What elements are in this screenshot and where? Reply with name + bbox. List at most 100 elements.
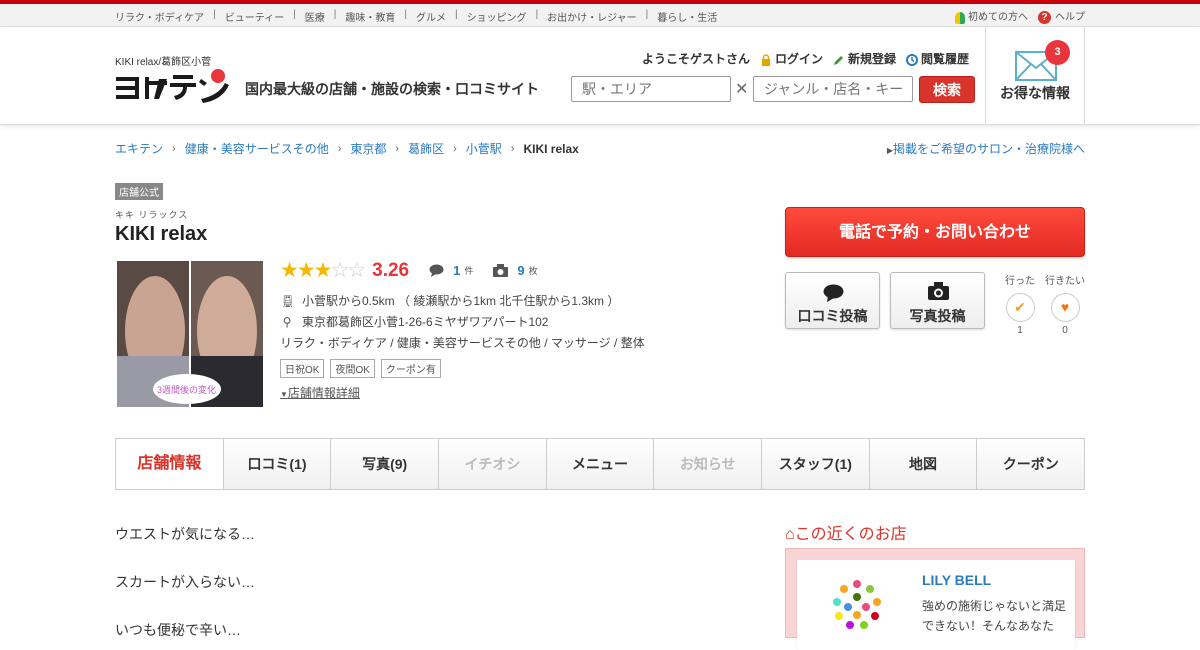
review-count[interactable]: 1件 (429, 263, 473, 278)
deals-link[interactable]: 3 お得な情報 (985, 27, 1085, 124)
tab-recommend: イチオシ (439, 439, 547, 489)
search-form: ✕ 検索 (571, 76, 981, 103)
photo-count[interactable]: 9枚 (493, 263, 538, 278)
train-icon: 🚆︎ (280, 294, 296, 308)
beginner-leaf-icon (955, 11, 965, 24)
check-icon: ✔ (1005, 293, 1035, 322)
history-icon (906, 53, 919, 66)
post-review-label: 口コミ投稿 (797, 308, 868, 324)
call-reserve-button[interactable]: 電話で予約・お問い合わせ (785, 207, 1085, 257)
want-toggle[interactable]: 行きたい ♥ 0 (1045, 272, 1085, 336)
lock-icon (762, 54, 771, 66)
chevron-right-icon: › (510, 142, 515, 155)
deals-label: お得な情報 (1000, 85, 1070, 101)
genre-info: リラク・ボディケア / 健康・美容サービスその他 / マッサージ / 整体 (280, 336, 645, 350)
chevron-right-icon: › (395, 142, 400, 155)
post-photo-label: 写真投稿 (909, 308, 966, 324)
ekiten-logo[interactable] (115, 69, 233, 105)
tag-night: 夜間OK (330, 359, 375, 378)
listing-promo-link[interactable]: ▶掲載をご希望のサロン・治療院様へ (887, 140, 1085, 157)
camera-icon (493, 264, 509, 277)
post-review-button[interactable]: 口コミ投稿 (785, 272, 880, 329)
photo-caption: 3週間後の変化 (157, 385, 217, 395)
nav-relax[interactable]: リラク・ボディケア (115, 9, 204, 24)
nearby-title: ⌂この近くのお店 (785, 526, 907, 543)
tab-reviews[interactable]: 口コミ(1) (223, 439, 332, 489)
nearby-panel: LILY BELL 強めの施術じゃないと満足できない！そんなあなた (785, 548, 1085, 650)
login-link[interactable]: ログイン (760, 50, 823, 67)
post-photo-button[interactable]: 写真投稿 (890, 272, 985, 329)
access-info: 🚆︎ 小菅駅から0.5km （ 綾瀬駅から1km 北千住駅から1.3km ） (280, 294, 620, 308)
went-toggle[interactable]: 行った ✔ 1 (1000, 272, 1040, 336)
star-empty-icon: ☆ (330, 259, 349, 282)
tab-news: お知らせ (654, 439, 763, 489)
nav-shopping[interactable]: ショッピング (467, 9, 527, 24)
category-links: リラク・ボディケア | ビューティー | 医療 | 趣味・教育 | グルメ | ショッピン… (115, 9, 718, 24)
clear-area-icon[interactable]: ✕ (735, 79, 748, 99)
user-links: ようこそゲストさん ログイン 新規登録 閲覧履歴 (642, 50, 969, 67)
speech-bubble-icon (429, 264, 444, 277)
caret-down-icon: ▼ (280, 390, 288, 399)
shop-name-kana: キキ リラックス (115, 210, 189, 220)
area-search-input[interactable] (571, 76, 731, 102)
star-icon: ★ (280, 259, 299, 282)
breadcrumb-top[interactable]: エキテン (115, 140, 163, 157)
nav-leisure[interactable]: お出かけ・レジャー (547, 9, 637, 24)
breadcrumb-prefecture[interactable]: 東京都 (350, 140, 386, 157)
breadcrumb-current: KIKI relax (523, 141, 579, 156)
help-icon: ? (1038, 10, 1051, 24)
nav-hobby[interactable]: 趣味・教育 (345, 9, 395, 24)
description-line: ウエストが気になる… (115, 526, 255, 542)
nearby-shop-logo (831, 579, 883, 631)
category-nav: リラク・ボディケア | ビューティー | 医療 | 趣味・教育 | グルメ | ショッピン… (0, 4, 1200, 27)
star-icon: ★ (313, 259, 333, 282)
nearby-shop-name[interactable]: LILY BELL (922, 572, 991, 588)
tag-holiday: 日祝OK (280, 359, 325, 378)
help-link[interactable]: ? ヘルプ (1038, 8, 1085, 24)
register-link[interactable]: 新規登録 (833, 50, 896, 67)
speech-bubble-icon (823, 284, 844, 302)
pencil-icon (834, 55, 844, 65)
search-button[interactable]: 検索 (919, 76, 975, 103)
breadcrumb-category[interactable]: 健康・美容サービスその他 (185, 140, 329, 157)
tab-photos[interactable]: 写真(9) (331, 439, 440, 489)
official-badge: 店舗公式 (115, 183, 163, 200)
chevron-right-icon: › (337, 142, 342, 155)
home-icon: ⌂ (785, 526, 795, 543)
address-info: ⚲ 東京都葛飾区小菅1-26-6ミヤザワアパート102 (280, 313, 549, 330)
history-link[interactable]: 閲覧履歴 (906, 50, 969, 67)
site-tagline: 国内最大級の店舗・施設の検索・口コミサイト (245, 81, 539, 97)
nav-medical[interactable]: 医療 (305, 9, 325, 24)
tab-staff[interactable]: スタッフ(1) (762, 439, 870, 489)
tab-shop-info[interactable]: 店舗情報 (116, 439, 224, 489)
nav-gourmet[interactable]: グルメ (416, 9, 446, 24)
description-line: スカートが入らない… (115, 574, 255, 590)
rating-row: ★★★☆☆ 3.26 1件 9枚 (280, 258, 538, 283)
tag-coupon: クーポン有 (380, 359, 441, 378)
shop-main-photo[interactable]: 3週間後の変化 (117, 261, 263, 407)
shop-detail-toggle[interactable]: ▼店舗情報詳細 (280, 384, 360, 401)
nearby-shop-text: 強めの施術じゃないと満足できない！そんなあなた (922, 599, 1067, 633)
nav-beauty[interactable]: ビューティー (225, 9, 284, 24)
tab-map[interactable]: 地図 (869, 439, 978, 489)
star-empty-icon: ☆ (347, 259, 366, 282)
breadcrumb-ward[interactable]: 葛飾区 (408, 140, 444, 157)
heart-icon: ♥ (1050, 293, 1080, 322)
welcome-text: ようこそゲストさん (642, 52, 751, 66)
genre-search-input[interactable] (753, 76, 913, 102)
nav-living[interactable]: 暮らし・生活 (657, 9, 717, 24)
breadcrumb: エキテン › 健康・美容サービスその他 › 東京都 › 葛飾区 › 小菅駅 › KIKI … (115, 140, 579, 157)
chevron-right-icon: › (453, 142, 457, 155)
map-pin-icon: ⚲ (282, 315, 292, 329)
shop-tabs: 店舗情報 口コミ(1) 写真(9) イチオシ メニュー お知らせ スタッフ(1)… (115, 438, 1085, 490)
nearby-shop-card[interactable]: LILY BELL 強めの施術じゃないと満足できない！そんなあなた (797, 560, 1075, 650)
tab-coupon[interactable]: クーポン (977, 439, 1085, 489)
rating-stars: ★★★☆☆ (280, 258, 366, 283)
first-time-link[interactable]: 初めての方へ (955, 8, 1028, 24)
shop-name: KIKI relax (115, 223, 208, 245)
rating-score: 3.26 (372, 259, 410, 281)
breadcrumb-station[interactable]: 小菅駅 (466, 140, 502, 157)
deals-count-badge: 3 (1045, 40, 1070, 65)
camera-icon (928, 282, 949, 300)
tab-menu[interactable]: メニュー (546, 439, 655, 489)
